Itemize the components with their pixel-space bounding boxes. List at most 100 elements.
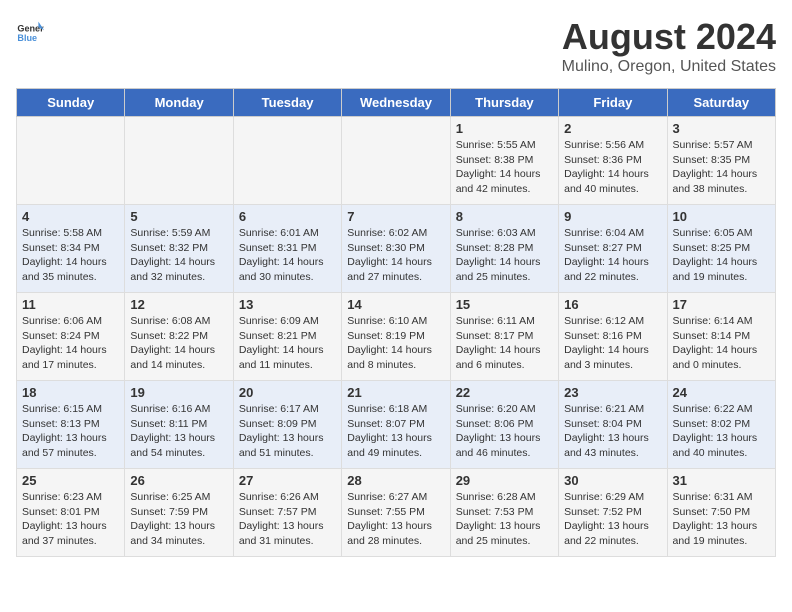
- day-number: 20: [239, 385, 336, 400]
- calendar-cell: 11 Sunrise: 6:06 AM Sunset: 8:24 PM Dayli…: [17, 293, 125, 381]
- calendar-cell: [342, 117, 450, 205]
- day-number: 2: [564, 121, 661, 136]
- day-number: 28: [347, 473, 444, 488]
- calendar-cell: 19 Sunrise: 6:16 AM Sunset: 8:11 PM Dayli…: [125, 381, 233, 469]
- calendar-cell: 28 Sunrise: 6:27 AM Sunset: 7:55 PM Dayli…: [342, 469, 450, 557]
- day-number: 22: [456, 385, 553, 400]
- calendar-cell: 18Sunrise: 6:15 AM Sunset: 8:13 PM Dayli…: [17, 381, 125, 469]
- day-number: 31: [673, 473, 770, 488]
- day-content: Sunrise: 6:16 AM Sunset: 8:11 PM Dayligh…: [130, 402, 227, 461]
- day-content: Sunrise: 6:28 AM Sunset: 7:53 PM Dayligh…: [456, 490, 553, 549]
- day-number: 9: [564, 209, 661, 224]
- calendar-cell: 13Sunrise: 6:09 AM Sunset: 8:21 PM Dayli…: [233, 293, 341, 381]
- day-number: 29: [456, 473, 553, 488]
- day-number: 14: [347, 297, 444, 312]
- calendar-cell: 12 Sunrise: 6:08 AM Sunset: 8:22 PM Dayli…: [125, 293, 233, 381]
- day-content: Sunrise: 6:17 AM Sunset: 8:09 PM Dayligh…: [239, 402, 336, 461]
- title-block: August 2024 Mulino, Oregon, United State…: [562, 16, 776, 76]
- day-content: Sunrise: 5:57 AM Sunset: 8:35 PM Dayligh…: [673, 138, 770, 197]
- day-content: Sunrise: 5:56 AM Sunset: 8:36 PM Dayligh…: [564, 138, 661, 197]
- calendar-cell: 17 Sunrise: 6:14 AM Sunset: 8:14 PM Dayli…: [667, 293, 775, 381]
- logo: General Blue: [16, 16, 44, 44]
- calendar-week-1: 1Sunrise: 5:55 AM Sunset: 8:38 PM Daylig…: [17, 117, 776, 205]
- calendar-cell: 23 Sunrise: 6:21 AM Sunset: 8:04 PM Dayli…: [559, 381, 667, 469]
- calendar-cell: 1Sunrise: 5:55 AM Sunset: 8:38 PM Daylig…: [450, 117, 558, 205]
- day-content: Sunrise: 6:29 AM Sunset: 7:52 PM Dayligh…: [564, 490, 661, 549]
- day-number: 6: [239, 209, 336, 224]
- calendar-week-4: 18Sunrise: 6:15 AM Sunset: 8:13 PM Dayli…: [17, 381, 776, 469]
- day-content: Sunrise: 6:01 AM Sunset: 8:31 PM Dayligh…: [239, 226, 336, 285]
- day-content: Sunrise: 6:12 AM Sunset: 8:16 PM Dayligh…: [564, 314, 661, 373]
- day-number: 26: [130, 473, 227, 488]
- day-content: Sunrise: 6:31 AM Sunset: 7:50 PM Dayligh…: [673, 490, 770, 549]
- calendar-cell: 2 Sunrise: 5:56 AM Sunset: 8:36 PM Daylig…: [559, 117, 667, 205]
- calendar-cell: 5Sunrise: 5:59 AM Sunset: 8:32 PM Daylig…: [125, 205, 233, 293]
- day-number: 10: [673, 209, 770, 224]
- calendar-cell: [233, 117, 341, 205]
- calendar-table: SundayMondayTuesdayWednesdayThursdayFrid…: [16, 88, 776, 557]
- day-number: 30: [564, 473, 661, 488]
- day-content: Sunrise: 6:03 AM Sunset: 8:28 PM Dayligh…: [456, 226, 553, 285]
- day-content: Sunrise: 6:02 AM Sunset: 8:30 PM Dayligh…: [347, 226, 444, 285]
- calendar-cell: 16 Sunrise: 6:12 AM Sunset: 8:16 PM Dayli…: [559, 293, 667, 381]
- day-content: Sunrise: 6:27 AM Sunset: 7:55 PM Dayligh…: [347, 490, 444, 549]
- calendar-cell: 26 Sunrise: 6:25 AM Sunset: 7:59 PM Dayli…: [125, 469, 233, 557]
- calendar-header-row: SundayMondayTuesdayWednesdayThursdayFrid…: [17, 89, 776, 117]
- day-header-monday: Monday: [125, 89, 233, 117]
- calendar-cell: 4 Sunrise: 5:58 AM Sunset: 8:34 PM Daylig…: [17, 205, 125, 293]
- calendar-week-5: 25Sunrise: 6:23 AM Sunset: 8:01 PM Dayli…: [17, 469, 776, 557]
- day-content: Sunrise: 6:04 AM Sunset: 8:27 PM Dayligh…: [564, 226, 661, 285]
- day-header-tuesday: Tuesday: [233, 89, 341, 117]
- calendar-cell: 14Sunrise: 6:10 AM Sunset: 8:19 PM Dayli…: [342, 293, 450, 381]
- logo-icon: General Blue: [16, 16, 44, 44]
- main-title: August 2024: [562, 16, 776, 58]
- calendar-cell: 30 Sunrise: 6:29 AM Sunset: 7:52 PM Dayli…: [559, 469, 667, 557]
- day-number: 1: [456, 121, 553, 136]
- day-number: 24: [673, 385, 770, 400]
- day-number: 13: [239, 297, 336, 312]
- day-header-thursday: Thursday: [450, 89, 558, 117]
- day-content: Sunrise: 6:25 AM Sunset: 7:59 PM Dayligh…: [130, 490, 227, 549]
- day-number: 19: [130, 385, 227, 400]
- day-content: Sunrise: 6:05 AM Sunset: 8:25 PM Dayligh…: [673, 226, 770, 285]
- calendar-cell: 20 Sunrise: 6:17 AM Sunset: 8:09 PM Dayli…: [233, 381, 341, 469]
- day-number: 11: [22, 297, 119, 312]
- day-number: 7: [347, 209, 444, 224]
- calendar-cell: 8Sunrise: 6:03 AM Sunset: 8:28 PM Daylig…: [450, 205, 558, 293]
- day-content: Sunrise: 5:59 AM Sunset: 8:32 PM Dayligh…: [130, 226, 227, 285]
- day-content: Sunrise: 6:20 AM Sunset: 8:06 PM Dayligh…: [456, 402, 553, 461]
- day-content: Sunrise: 6:21 AM Sunset: 8:04 PM Dayligh…: [564, 402, 661, 461]
- calendar-cell: 3 Sunrise: 5:57 AM Sunset: 8:35 PM Daylig…: [667, 117, 775, 205]
- subtitle: Mulino, Oregon, United States: [562, 58, 776, 76]
- day-number: 12: [130, 297, 227, 312]
- page-header: General Blue August 2024 Mulino, Oregon,…: [16, 16, 776, 76]
- day-content: Sunrise: 6:15 AM Sunset: 8:13 PM Dayligh…: [22, 402, 119, 461]
- calendar-cell: 9 Sunrise: 6:04 AM Sunset: 8:27 PM Daylig…: [559, 205, 667, 293]
- day-number: 4: [22, 209, 119, 224]
- day-content: Sunrise: 6:14 AM Sunset: 8:14 PM Dayligh…: [673, 314, 770, 373]
- calendar-cell: 7 Sunrise: 6:02 AM Sunset: 8:30 PM Daylig…: [342, 205, 450, 293]
- calendar-cell: 29 Sunrise: 6:28 AM Sunset: 7:53 PM Dayli…: [450, 469, 558, 557]
- day-number: 3: [673, 121, 770, 136]
- calendar-week-3: 11 Sunrise: 6:06 AM Sunset: 8:24 PM Dayli…: [17, 293, 776, 381]
- day-header-saturday: Saturday: [667, 89, 775, 117]
- day-content: Sunrise: 5:58 AM Sunset: 8:34 PM Dayligh…: [22, 226, 119, 285]
- calendar-cell: 15Sunrise: 6:11 AM Sunset: 8:17 PM Dayli…: [450, 293, 558, 381]
- day-header-friday: Friday: [559, 89, 667, 117]
- calendar-cell: 10 Sunrise: 6:05 AM Sunset: 8:25 PM Dayli…: [667, 205, 775, 293]
- day-number: 25: [22, 473, 119, 488]
- calendar-cell: 25Sunrise: 6:23 AM Sunset: 8:01 PM Dayli…: [17, 469, 125, 557]
- calendar-body: 1Sunrise: 5:55 AM Sunset: 8:38 PM Daylig…: [17, 117, 776, 557]
- calendar-cell: 6 Sunrise: 6:01 AM Sunset: 8:31 PM Daylig…: [233, 205, 341, 293]
- day-header-sunday: Sunday: [17, 89, 125, 117]
- day-number: 21: [347, 385, 444, 400]
- day-number: 23: [564, 385, 661, 400]
- day-number: 27: [239, 473, 336, 488]
- calendar-cell: 22 Sunrise: 6:20 AM Sunset: 8:06 PM Dayli…: [450, 381, 558, 469]
- calendar-cell: 31 Sunrise: 6:31 AM Sunset: 7:50 PM Dayli…: [667, 469, 775, 557]
- day-number: 17: [673, 297, 770, 312]
- day-number: 16: [564, 297, 661, 312]
- day-content: Sunrise: 6:18 AM Sunset: 8:07 PM Dayligh…: [347, 402, 444, 461]
- day-content: Sunrise: 6:08 AM Sunset: 8:22 PM Dayligh…: [130, 314, 227, 373]
- day-content: Sunrise: 6:06 AM Sunset: 8:24 PM Dayligh…: [22, 314, 119, 373]
